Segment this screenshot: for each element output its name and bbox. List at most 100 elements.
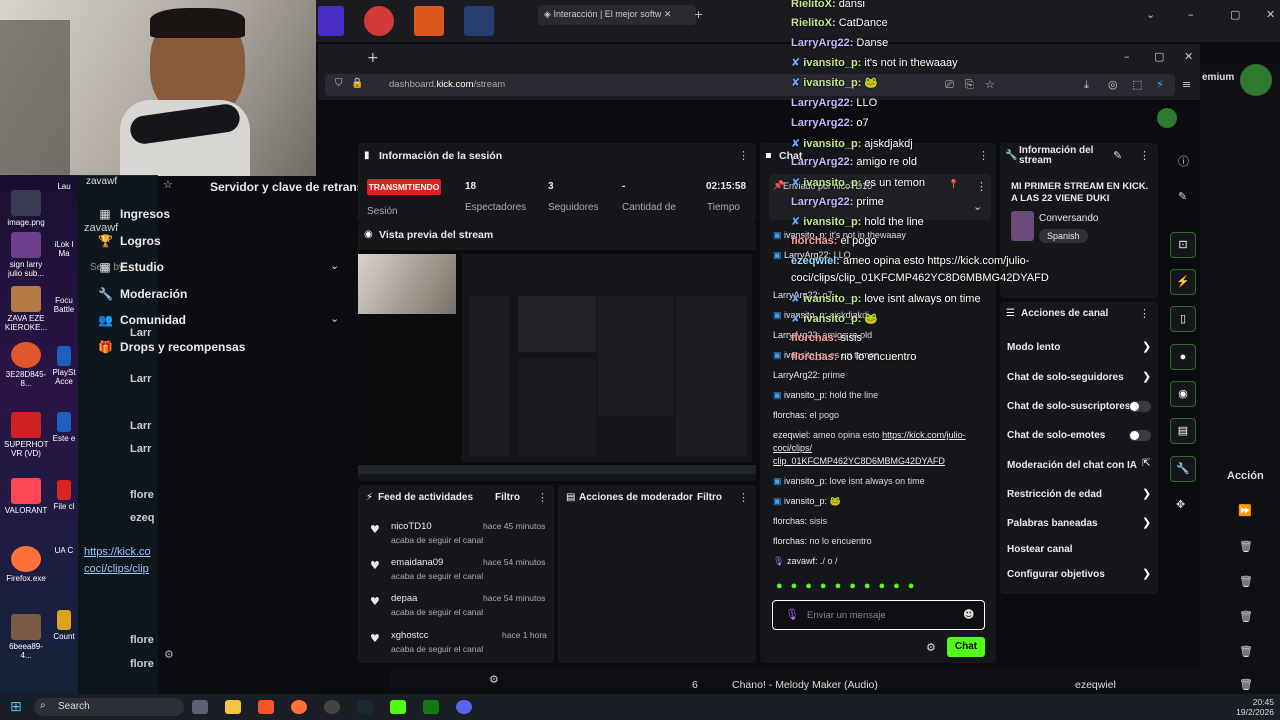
extension-icon[interactable]: ⚡ [1156,78,1164,91]
desktop-icon[interactable]: ZAVA EZE KIEROKE... [4,286,48,332]
more-icon[interactable]: ⋮ [738,149,749,162]
chat-link[interactable]: https://kick.co [84,546,156,558]
close-icon[interactable]: ✕ [664,10,672,20]
broadcast-icon[interactable]: ◉ [1170,381,1196,407]
settings-icon[interactable]: ⚙ [489,673,499,686]
list-icon[interactable]: ▤ [1170,418,1196,444]
star-icon[interactable]: ☆ [163,178,173,191]
emoji-icon[interactable]: ☻ [963,608,974,621]
settings-icon[interactable]: ⚙ [164,648,174,661]
chevron-right-icon[interactable]: ❯ [1142,567,1151,580]
filter-button[interactable]: Filtro [495,492,520,503]
discord-icon[interactable] [456,700,472,714]
more-icon[interactable]: ⋮ [738,491,749,504]
desktop-icon[interactable]: Este e [50,412,78,443]
chat-link[interactable]: https://kick.com/julio- [882,430,966,440]
kick-icon[interactable] [390,700,406,714]
lightning-icon[interactable]: ⚡ [1170,269,1196,295]
external-link-icon[interactable]: ⇱ [1142,458,1150,469]
toggle-subscribers-only[interactable] [1129,401,1151,412]
forward-icon[interactable]: ⏩ [1238,504,1252,517]
chat-bubble-icon[interactable]: ● [1170,344,1196,370]
action-goals[interactable]: Configurar objetivos [1007,569,1105,580]
nav-item-comunidad[interactable]: 👥 Comunidad [98,313,186,327]
shield-icon[interactable]: ⛉ [335,78,343,89]
search-box[interactable]: ⌕ Search [34,698,184,716]
chevron-down-icon[interactable]: ⌄ [973,200,982,213]
desktop-icon[interactable]: VALORANT [4,478,48,515]
chevron-down-icon[interactable]: ⌄ [1146,8,1155,21]
more-icon[interactable]: ⋮ [537,491,548,504]
nav-item-ingresos[interactable]: ▦ Ingresos [99,207,170,221]
desktop-icon[interactable]: Firefox.exe [4,546,48,583]
url-bar[interactable]: ⛉ 🔒 dashboard.kick.com/stream ⎚ ⎘ ☆ [325,74,1175,96]
screenshot-icon[interactable]: ⎚ [945,78,954,92]
grid-icon[interactable]: ✥ [1176,498,1185,511]
filter-button[interactable]: Filtro [697,492,722,503]
pocket-icon[interactable]: ⎘ [965,78,974,92]
desktop-icon[interactable]: Focu Battle [50,296,78,314]
xbox-icon[interactable] [423,700,439,714]
more-icon[interactable]: ⋮ [976,180,987,193]
minimize-icon[interactable]: – [1124,50,1130,63]
taskbar-clock[interactable]: 20:45 19/2/2026 [1228,697,1274,717]
nav-stream-key[interactable]: Servidor y clave de retransm [210,180,358,194]
settings-icon[interactable]: ⚙ [926,641,936,654]
scan-icon[interactable]: ⊡ [1170,232,1196,258]
action-subscribers-only[interactable]: Chat de solo-suscriptores [1007,401,1130,412]
nav-item-drops[interactable]: 🎁 Drops y recompensas [98,340,245,354]
avatar[interactable] [1157,108,1177,128]
account-icon[interactable]: ◎ [1108,78,1118,91]
maximize-icon[interactable]: ▢ [1230,8,1240,21]
desktop-icon[interactable]: SUPERHOT VR (VD) [4,412,48,458]
desktop-icon[interactable]: iLok I Ma [50,240,78,258]
action-slow-mode[interactable]: Modo lento [1007,342,1060,353]
send-chat-button[interactable]: Chat [947,637,985,657]
desktop-icon[interactable]: Count [50,610,78,641]
star-icon[interactable]: ☆ [985,78,995,91]
action-age-restriction[interactable]: Restricción de edad [1007,489,1102,500]
nav-item-estudio[interactable]: ▦ Estudio [99,260,164,274]
nav-item-moderacion[interactable]: 🔧 Moderación [98,287,187,301]
document-icon[interactable]: ▯ [1170,306,1196,332]
desktop-icon[interactable]: image.png [4,190,48,227]
more-icon[interactable]: ⋮ [978,149,989,162]
chevron-down-icon[interactable]: ⌄ [330,259,339,272]
chevron-right-icon[interactable]: ❯ [1142,516,1151,529]
task-view-icon[interactable] [192,700,208,714]
new-tab-icon[interactable]: + [694,8,703,21]
chat-link[interactable]: coci/clips/ [773,443,812,453]
desktop-icon[interactable]: UA C [50,546,78,555]
desktop-icon[interactable]: File cl [50,480,78,511]
chat-link[interactable]: clip_01KFCMP462YC8D6MBMG42DYAFD [773,456,945,466]
desktop-icon[interactable]: 6beea89-4... [4,614,48,660]
firefox-icon[interactable] [291,700,307,714]
desktop-icon[interactable]: Lau [50,182,78,191]
brave-icon[interactable] [258,700,274,714]
wrench-icon[interactable]: 🔧 [1170,456,1196,482]
back-tab[interactable]: ◈ Interacción | El mejor softw ✕ [538,5,696,25]
lock-icon[interactable]: 🔒 [351,78,363,89]
trash-icon[interactable]: 🗑 [1239,575,1253,588]
obs-icon[interactable] [324,700,340,714]
download-icon[interactable]: ⤓ [1084,78,1089,92]
menu-icon[interactable]: ≡ [1182,78,1191,91]
chevron-right-icon[interactable]: ❯ [1142,370,1151,383]
nav-item-logros[interactable]: 🏆 Logros [98,234,161,248]
chevron-right-icon[interactable]: ❯ [1142,340,1151,353]
desktop-icon[interactable]: sign larry julio sub... [4,232,48,278]
stream-preview[interactable] [358,250,756,474]
chat-link[interactable]: cocí/clips/clip [84,563,156,575]
trash-icon[interactable]: 🗑 [1239,678,1253,691]
chat-input[interactable]: 🎙 Enviar un mensaje ☻ [772,600,985,630]
file-explorer-icon[interactable] [225,700,241,714]
microphone-icon[interactable]: 🎙 [785,608,799,621]
desktop-icon[interactable]: 3E28D845-8... [4,342,48,388]
maximize-icon[interactable]: ▢ [1154,50,1164,63]
chevron-down-icon[interactable]: ⌄ [330,312,339,325]
trash-icon[interactable]: 🗑 [1239,540,1253,553]
info-icon[interactable]: ⓘ [1178,153,1189,169]
trash-icon[interactable]: 🗑 [1239,645,1253,658]
action-emotes-only[interactable]: Chat de solo-emotes [1007,430,1105,441]
more-icon[interactable]: ⋮ [1139,149,1150,162]
